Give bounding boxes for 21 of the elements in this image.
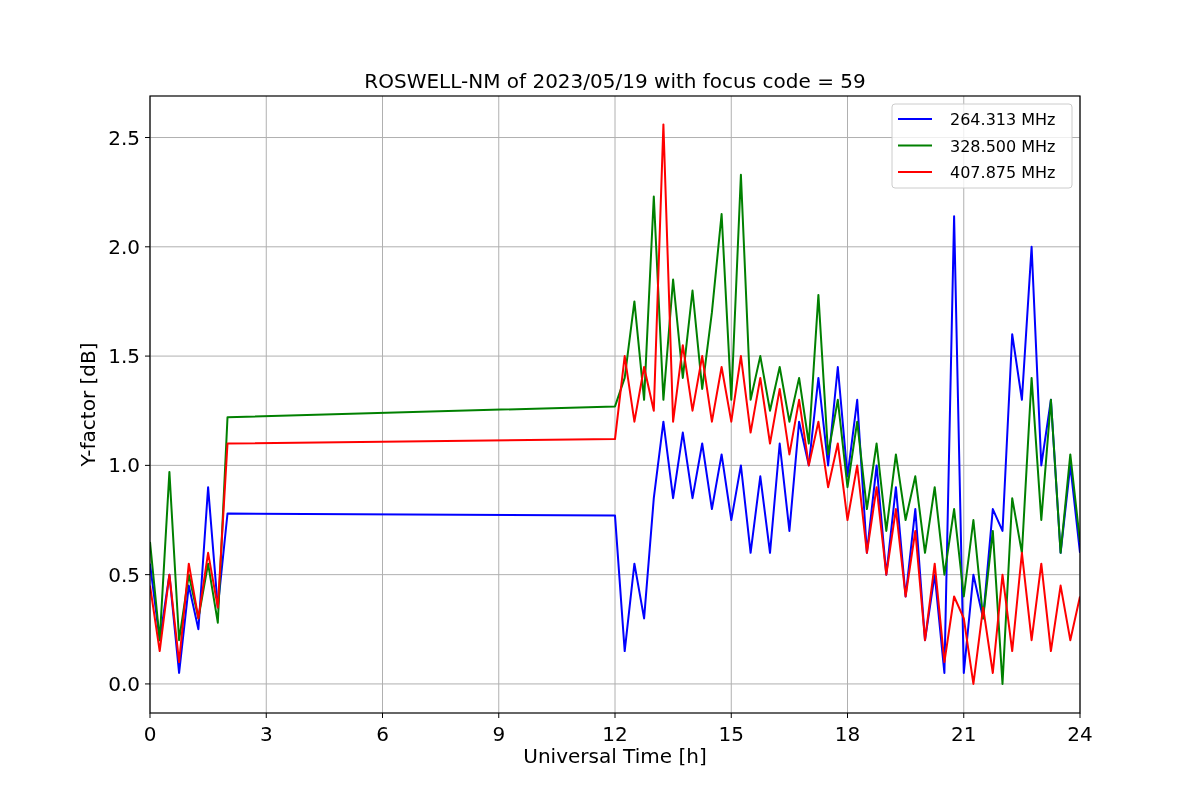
tick-label: 0 bbox=[143, 722, 157, 746]
tick-label: 9 bbox=[492, 722, 506, 746]
tick-label: 15 bbox=[718, 722, 744, 746]
legend-label: 407.875 MHz bbox=[950, 163, 1056, 182]
tick-label: 3 bbox=[259, 722, 273, 746]
legend-label: 264.313 MHz bbox=[950, 110, 1056, 129]
tick-label: 2.5 bbox=[108, 125, 140, 150]
chart-title: ROSWELL-NM of 2023/05/19 with focus code = 59 bbox=[364, 69, 866, 93]
tick-label: 24 bbox=[1067, 722, 1093, 746]
tick-label: 0.5 bbox=[108, 562, 140, 587]
tick-label: 21 bbox=[951, 722, 977, 746]
tick-label: 6 bbox=[376, 722, 389, 746]
x-axis-label: Universal Time [h] bbox=[523, 744, 707, 768]
y-axis-label: Y-factor [dB] bbox=[76, 342, 100, 467]
tick-label: 1.0 bbox=[108, 453, 140, 478]
tick-label: 0.0 bbox=[108, 671, 140, 696]
tick-label: 18 bbox=[834, 722, 861, 746]
tick-label: 12 bbox=[602, 722, 628, 746]
tick-label: 2.0 bbox=[108, 234, 140, 259]
legend-label: 328.500 MHz bbox=[950, 136, 1056, 156]
tick-label: 1.5 bbox=[108, 344, 140, 369]
